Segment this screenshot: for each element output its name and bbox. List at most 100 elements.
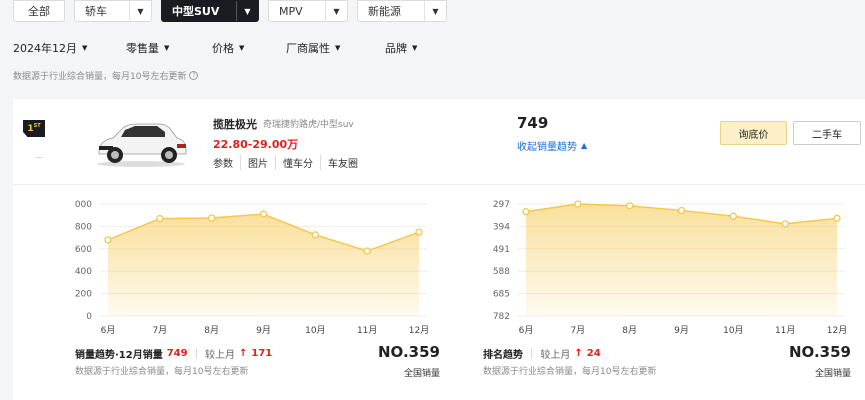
- divider: [13, 184, 865, 185]
- filter-month[interactable]: 2024年12月 ▼: [13, 40, 126, 56]
- chevron-down-icon[interactable]: ▼: [325, 1, 347, 21]
- x-tick-label: 6月: [519, 325, 534, 336]
- sales-trend-note: 数据源于行业综合销量，每月10号左右更新: [75, 367, 249, 377]
- y-tick-label: 000: [75, 200, 92, 210]
- x-tick-label: 10月: [723, 325, 743, 336]
- rank-badge: 1 ST: [23, 120, 45, 137]
- data-point: [574, 200, 582, 208]
- sales-trend-chart: 0 200 400 600 800 000 6月 7月 8月 9月 10月 11月 12月: [65, 194, 435, 336]
- car-image[interactable]: [91, 110, 191, 170]
- data-point: [522, 207, 530, 216]
- caret-down-icon: ▼: [82, 44, 88, 52]
- data-point: [626, 202, 634, 210]
- tab-all[interactable]: 全部: [13, 0, 65, 22]
- caret-down-icon: ▼: [164, 44, 170, 52]
- x-tick-label: 9月: [674, 325, 689, 336]
- caret-down-icon: ▼: [239, 44, 245, 52]
- data-point: [363, 247, 371, 255]
- rank-trend-title: 排名趋势 | 较上月 ↑ 24: [483, 348, 601, 361]
- area-fill: [108, 214, 419, 316]
- sales-national-rank: NO.359: [378, 343, 440, 361]
- y-tick-label: 297: [493, 200, 510, 210]
- y-tick-label: 800: [75, 222, 92, 232]
- tab-mid-suv[interactable]: 中型SUV ▼: [161, 0, 259, 22]
- data-point: [156, 214, 164, 223]
- caret-down-icon: ▼: [335, 44, 341, 52]
- y-tick-label: 491: [493, 245, 510, 255]
- sales-change: 171: [251, 348, 273, 359]
- x-tick-label: 10月: [305, 325, 325, 336]
- x-tick-label: 12月: [827, 325, 847, 336]
- chevron-down-icon[interactable]: ▼: [129, 1, 151, 21]
- x-tick-label: 11月: [775, 325, 795, 336]
- data-point: [781, 220, 789, 228]
- rank-trend-note: 数据源于行业综合销量，每月10号左右更新: [483, 367, 657, 377]
- link-forum[interactable]: 车友圈: [320, 155, 365, 170]
- area-fill: [526, 204, 837, 316]
- x-tick-label: 8月: [622, 325, 637, 336]
- filter-price[interactable]: 价格 ▼: [212, 40, 286, 56]
- data-point: [259, 210, 268, 218]
- collapse-trend-toggle[interactable]: 收起销量趋势 ▲: [517, 138, 587, 153]
- link-photos[interactable]: 图片: [240, 155, 275, 170]
- data-point: [208, 214, 216, 222]
- chevron-down-icon[interactable]: ▼: [236, 1, 258, 21]
- x-tick-label: 8月: [204, 325, 219, 336]
- data-point: [104, 236, 112, 244]
- car-name[interactable]: 揽胜极光: [213, 116, 257, 132]
- arrow-up-icon: ↑: [574, 348, 583, 359]
- x-tick-label: 6月: [101, 325, 116, 336]
- chart-svg: 297 394 491 588 685 782 6月 7月 8月 9月 10月 11月 12月: [493, 200, 847, 336]
- x-tick-label: 7月: [570, 325, 585, 336]
- arrow-up-icon: ↑: [238, 348, 248, 359]
- page: 全部 轿车 ▼ 中型SUV ▼ MPV ▼ 新能源 ▼ 2024年12月 ▼ 零售量 ▼ 价…: [0, 0, 865, 400]
- rank-national-rank-label: 全国销量: [814, 369, 851, 379]
- car-category: 奇瑞捷豹路虎/中型suv: [263, 120, 354, 130]
- filter-sales-type[interactable]: 零售量 ▼: [126, 40, 212, 56]
- data-point: [833, 214, 841, 222]
- y-tick-label: 400: [75, 267, 92, 277]
- y-tick-label: 600: [75, 245, 92, 255]
- sales-trend-title: 销量趋势·12月销量 749 | 较上月 ↑ 171: [75, 348, 273, 361]
- tab-sedan[interactable]: 轿车 ▼: [74, 0, 152, 22]
- sales-national-rank-label: 全国销量: [403, 369, 440, 379]
- filter-bar: 2024年12月 ▼ 零售量 ▼ 价格 ▼ 厂商属性 ▼ 品牌 ▼: [13, 40, 417, 56]
- rank-national-rank: NO.359: [789, 343, 851, 361]
- y-tick-label: 200: [75, 290, 92, 300]
- filter-brand[interactable]: 品牌 ▼: [385, 40, 417, 56]
- monthly-sales: 749: [517, 114, 549, 132]
- y-tick-label: 782: [493, 312, 510, 322]
- y-tick-label: 588: [493, 267, 510, 277]
- category-tabs: 全部 轿车 ▼ 中型SUV ▼ MPV ▼ 新能源 ▼: [13, 0, 447, 22]
- car-rank-card: 1 ST — 揽胜极光 奇瑞捷豹路虎/中型suv 22.80-29.00万 参数 …: [13, 99, 865, 400]
- rank-change: 24: [586, 348, 601, 359]
- data-point: [677, 206, 686, 215]
- data-source-note: 数据源于行业综合销量，每月10号左右更新?: [13, 69, 199, 82]
- y-tick-label: 0: [86, 312, 92, 322]
- caret-down-icon: ▼: [412, 44, 418, 52]
- sales-value: 749: [166, 348, 188, 359]
- data-point: [415, 228, 423, 236]
- y-tick-label: 394: [493, 222, 510, 232]
- rank-dash: —: [35, 153, 43, 162]
- chevron-down-icon[interactable]: ▼: [424, 1, 446, 21]
- link-params[interactable]: 参数: [213, 155, 240, 170]
- y-tick-label: 685: [493, 290, 510, 300]
- help-icon[interactable]: ?: [189, 71, 199, 80]
- filter-maker[interactable]: 厂商属性 ▼: [286, 40, 385, 56]
- x-tick-label: 7月: [152, 325, 167, 336]
- data-point: [311, 231, 319, 239]
- x-tick-label: 12月: [409, 325, 429, 336]
- ask-price-button[interactable]: 询底价: [720, 121, 787, 145]
- rank-trend-chart: 297 394 491 588 685 782 6月 7月 8月 9月 10月 11月 12月: [483, 194, 853, 336]
- tab-mpv[interactable]: MPV ▼: [268, 0, 348, 22]
- tab-new-energy[interactable]: 新能源 ▼: [357, 0, 447, 22]
- x-tick-label: 11月: [357, 325, 377, 336]
- used-car-button[interactable]: 二手车: [793, 121, 861, 145]
- car-price: 22.80-29.00万: [213, 138, 299, 151]
- data-point: [729, 212, 737, 220]
- link-score[interactable]: 懂车分: [275, 155, 320, 170]
- caret-up-icon: ▲: [581, 141, 588, 150]
- x-tick-label: 9月: [256, 325, 271, 336]
- chart-svg: 0 200 400 600 800 000 6月 7月 8月 9月 10月 11月 12月: [75, 200, 429, 336]
